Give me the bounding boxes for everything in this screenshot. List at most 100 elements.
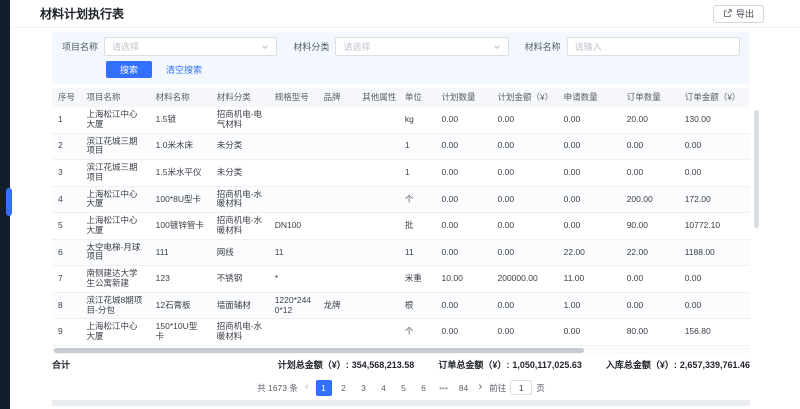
table-cell: 100镀锌管卡 [150,213,211,240]
page-button[interactable]: 5 [396,380,412,396]
table-header-row: 序号项目名称材料名称材料分类规格型号品牌其他属性单位计划数量计划金额（¥）申请数… [52,88,750,107]
table-cell: 0.00 [492,213,558,240]
sidebar-expand-handle[interactable] [6,188,12,216]
table-cell: 156.80 [679,319,750,346]
table-cell: 0.00 [492,133,558,160]
summary-total: 订单总金额（¥）:1,050,117,025.63 [438,358,582,371]
table-row[interactable]: 9上海松江中心大厦150*10U型卡招商机电-水暖材料个0.000.000.00… [52,319,750,346]
table-cell [356,292,399,319]
page-button[interactable]: 6 [416,380,432,396]
table-cell: 11 [399,239,436,266]
column-header: 材料名称 [150,88,211,107]
table-cell: 0.00 [558,107,621,133]
table-cell: 1.5米水平仪 [150,160,211,187]
table-cell: 1 [52,107,80,133]
material-category-select[interactable]: 请选择 [335,37,508,56]
material-name-label: 材料名称 [525,40,561,53]
search-button[interactable]: 搜索 [106,61,152,78]
table-cell: 6 [52,239,80,266]
table-cell [269,186,318,213]
table-cell: 0.00 [436,213,492,240]
table-row[interactable]: 8滨江花城8期项目-分包12石膏板墙面辅材1220*2440*12龙牌根0.00… [52,292,750,319]
table-cell [269,160,318,187]
next-page-button[interactable]: › [479,382,483,393]
horizontal-scrollbar-thumb[interactable] [54,348,584,353]
table-cell: 1220*2440*12 [269,292,318,319]
table-cell: 米重 [399,266,436,293]
filter-item-material-name: 材料名称 [525,37,740,56]
table-cell: 11.00 [558,266,621,293]
table-cell: 0.00 [436,319,492,346]
material-name-input[interactable] [567,37,740,56]
table-cell [356,266,399,293]
collapsed-sidebar[interactable] [0,0,10,409]
page-button[interactable]: 1 [316,380,332,396]
table-cell: 0.00 [436,107,492,133]
table-cell: 0.00 [679,266,750,293]
table-cell: 1.5锁 [150,107,211,133]
table-row[interactable]: 3滨江花城三期项目1.5米水平仪未分类10.000.000.000.000.00 [52,160,750,187]
table-cell: 南侧建达大学生公寓新建 [80,266,149,293]
material-category-placeholder: 请选择 [343,40,370,53]
summary-totals: 计划总金额（¥）:354,568,213.58 订单总金额（¥）:1,050,11… [278,358,750,371]
vertical-scrollbar[interactable] [754,110,759,228]
page-button[interactable]: 84 [456,380,472,396]
table-cell: 7 [52,266,80,293]
filter-panel: 项目名称 请选择 材料分类 请选择 [52,32,750,84]
summary-total: 计划总金额（¥）:354,568,213.58 [278,358,415,371]
table-cell [269,319,318,346]
goto-prefix-label: 前往 [489,382,506,394]
table-row[interactable]: 7南侧建达大学生公寓新建123不锈钢*米重10.00200000.0011.00… [52,266,750,293]
prev-page-button[interactable]: ‹ [305,382,309,393]
table-cell [356,133,399,160]
table-cell [318,133,357,160]
table-cell: 个 [399,186,436,213]
table-cell: 招商机电-水暖材料 [211,319,269,346]
table-row[interactable]: 6太空电梯-月球项目111网线11110.000.0022.0022.00118… [52,239,750,266]
table-cell: 8 [52,292,80,319]
table-cell: 招商机电-水暖材料 [211,186,269,213]
table-cell: 0.00 [436,239,492,266]
table-row[interactable]: 1上海松江中心大厦1.5锁招商机电-电气材料kg0.000.000.0020.0… [52,107,750,133]
table-cell: 150*10U型卡 [150,319,211,346]
table-cell: 22.00 [621,239,679,266]
table-cell: 0.00 [436,292,492,319]
table-row[interactable]: 5上海松江中心大厦100镀锌管卡招商机电-水暖材料DN100批0.000.000… [52,213,750,240]
clear-search-link[interactable]: 清空搜索 [166,63,202,76]
table-row[interactable]: 2滨江花城三期项目1.0米木床未分类10.000.000.000.000.00 [52,133,750,160]
table-cell: 0.00 [679,133,750,160]
table-cell [356,239,399,266]
column-header: 其他属性 [356,88,399,107]
summary-total: 入库总金额（¥）:2,657,339,761.46 [606,358,750,371]
table-cell: 墙面辅材 [211,292,269,319]
project-name-select[interactable]: 请选择 [104,37,277,56]
page-button[interactable]: 2 [336,380,352,396]
table-cell: 0.00 [558,160,621,187]
table-cell: 0.00 [558,186,621,213]
table-cell: 批 [399,213,436,240]
table-cell: 80.00 [621,319,679,346]
table-cell: 招商机电-水暖材料 [211,213,269,240]
table-cell: 0.00 [436,160,492,187]
column-header: 单位 [399,88,436,107]
table-cell: 10772.10 [679,213,750,240]
table-cell: 0.00 [621,292,679,319]
table-cell [356,186,399,213]
page-button[interactable]: 4 [376,380,392,396]
table-cell: 111 [150,239,211,266]
table-cell: 1188.00 [679,239,750,266]
page-button[interactable]: 3 [356,380,372,396]
filter-row: 项目名称 请选择 材料分类 请选择 [62,37,740,56]
table-cell [318,239,357,266]
table-row[interactable]: 4上海松江中心大厦100*8U型卡招商机电-水暖材料个0.000.000.002… [52,186,750,213]
table-cell: 200.00 [621,186,679,213]
export-button[interactable]: 导出 [713,5,764,23]
goto-page-input[interactable] [510,380,532,395]
table-cell: 100*8U型卡 [150,186,211,213]
table-cell: 123 [150,266,211,293]
table-cell: DN100 [269,213,318,240]
filter-item-project: 项目名称 请选择 [62,37,277,56]
export-label: 导出 [736,7,754,20]
filter-item-category: 材料分类 请选择 [293,37,508,56]
horizontal-scrollbar[interactable] [52,347,750,354]
